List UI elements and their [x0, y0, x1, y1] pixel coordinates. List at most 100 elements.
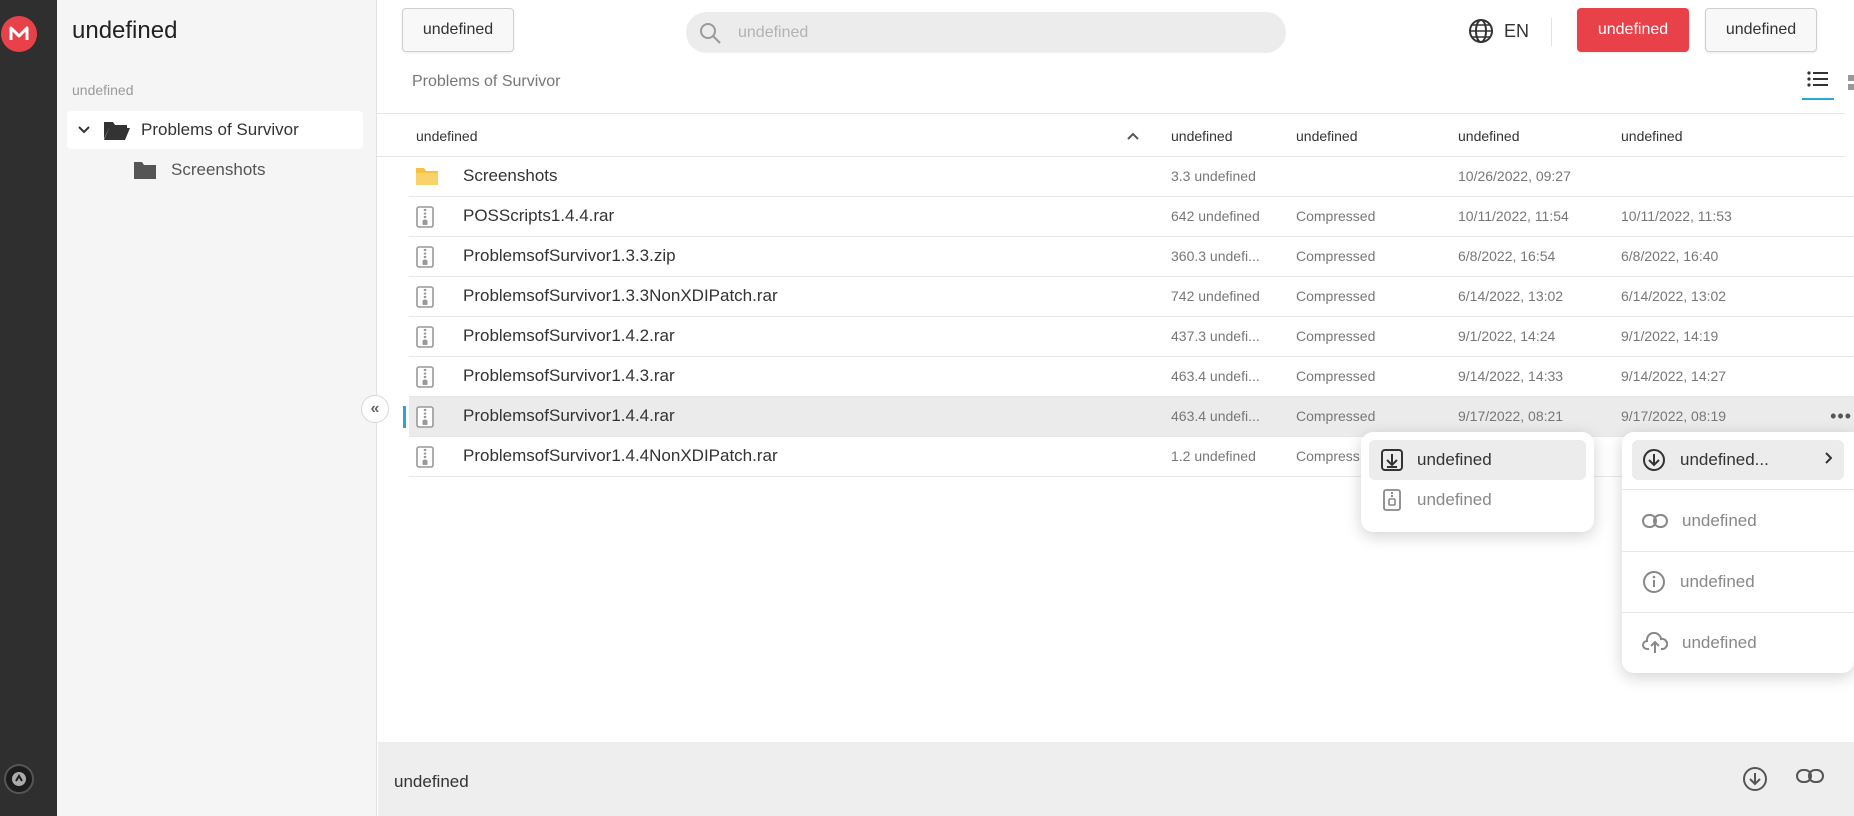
- chevron-down-icon[interactable]: [77, 125, 91, 135]
- archive-file-icon: [415, 286, 435, 308]
- file-name: ProblemsofSurvivor1.4.3.rar: [463, 366, 675, 385]
- download-box-icon: [1381, 449, 1403, 471]
- file-type: Compress: [1296, 448, 1360, 464]
- archive-file-icon: [415, 246, 435, 268]
- context-item-download[interactable]: undefined...: [1632, 440, 1844, 480]
- more-options-icon[interactable]: •••: [1830, 406, 1852, 427]
- column-header-size[interactable]: undefined: [1171, 128, 1233, 144]
- globe-icon: [1468, 18, 1494, 44]
- column-header-type[interactable]: undefined: [1296, 128, 1358, 144]
- file-type: Compressed: [1296, 248, 1376, 264]
- context-item-upload[interactable]: undefined: [1622, 612, 1854, 673]
- file-modified: 6/14/2022, 13:02: [1458, 288, 1564, 304]
- submenu-item-download[interactable]: undefined: [1369, 440, 1586, 480]
- file-type: Compressed: [1296, 288, 1376, 304]
- file-type: Compressed: [1296, 408, 1376, 424]
- archive-file-icon: [415, 366, 435, 388]
- submenu-item-zip[interactable]: undefined: [1369, 480, 1586, 520]
- file-name: POSScripts1.4.4.rar: [463, 206, 615, 225]
- file-type: Compressed: [1296, 368, 1376, 384]
- archive-file-icon: [415, 446, 435, 468]
- file-modified: 9/1/2022, 14:24: [1458, 328, 1556, 344]
- column-header-added[interactable]: undefined: [1621, 128, 1683, 144]
- file-added: 9/17/2022, 08:19: [1621, 408, 1727, 424]
- file-list: Screenshots 3.3 undefined 10/26/2022, 09:2…: [377, 157, 1854, 477]
- language-selector[interactable]: EN: [1468, 18, 1529, 44]
- file-added: 9/14/2022, 14:27: [1621, 368, 1727, 384]
- file-name: ProblemsofSurvivor1.4.2.rar: [463, 326, 675, 345]
- top-left-button[interactable]: undefined: [402, 8, 514, 52]
- file-name: ProblemsofSurvivor1.4.4NonXDIPatch.rar: [463, 446, 778, 465]
- table-row[interactable]: POSScripts1.4.4.rar 642 undefined Compress…: [409, 197, 1854, 237]
- context-item-label: undefined: [1682, 510, 1757, 530]
- file-size: 3.3 undefined: [1171, 168, 1256, 184]
- column-header-modified[interactable]: undefined: [1458, 128, 1520, 144]
- toolbar-divider: [1551, 18, 1552, 46]
- context-item-info[interactable]: undefined: [1622, 551, 1854, 612]
- file-size: 463.4 undefi...: [1171, 408, 1260, 424]
- list-view-icon[interactable]: [1802, 70, 1834, 100]
- sidebar: undefined undefined Problems of Survivor…: [57, 0, 377, 816]
- link-icon[interactable]: [1796, 766, 1824, 786]
- search-placeholder: undefined: [738, 23, 809, 41]
- context-item-label: undefined: [1680, 571, 1755, 591]
- file-name: ProblemsofSurvivor1.3.3.zip: [463, 246, 676, 265]
- search-icon: [698, 21, 722, 45]
- table-row[interactable]: ProblemsofSurvivor1.3.3.zip 360.3 undefi.…: [409, 237, 1854, 277]
- context-item-link[interactable]: undefined: [1622, 490, 1854, 551]
- submenu-item-label: undefined: [1417, 490, 1492, 509]
- table-row[interactable]: ProblemsofSurvivor1.4.3.rar 463.4 undefi.…: [409, 357, 1854, 397]
- language-label: EN: [1504, 20, 1530, 41]
- file-size: 463.4 undefi...: [1171, 368, 1260, 384]
- chevron-right-icon: [1824, 451, 1833, 469]
- zip-file-icon: [1381, 489, 1403, 511]
- collapse-sidebar-icon[interactable]: «: [361, 395, 389, 423]
- archive-file-icon: [415, 326, 435, 348]
- mega-logo-icon[interactable]: [1, 16, 37, 52]
- tree-item-screenshots[interactable]: Screenshots: [133, 157, 266, 183]
- primary-action-button[interactable]: undefined: [1577, 8, 1689, 52]
- file-modified: 10/26/2022, 09:27: [1458, 168, 1571, 184]
- table-row[interactable]: ProblemsofSurvivor1.4.4.rar 463.4 undefi.…: [403, 397, 1854, 437]
- file-type: Compressed: [1296, 328, 1376, 344]
- download-circle-icon[interactable]: [1742, 766, 1768, 792]
- folder-icon: [415, 166, 439, 186]
- table-row[interactable]: Screenshots 3.3 undefined 10/26/2022, 09:2…: [409, 157, 1854, 197]
- download-submenu: undefined undefined: [1361, 432, 1594, 532]
- column-header-name[interactable]: undefined: [416, 128, 478, 144]
- cloud-upload-icon: [1642, 631, 1668, 654]
- tree-item-root[interactable]: Problems of Survivor: [67, 111, 363, 149]
- search-input[interactable]: undefined: [686, 12, 1286, 53]
- file-name: ProblemsofSurvivor1.3.3NonXDIPatch.rar: [463, 286, 778, 305]
- table-header: undefined undefined undefined undefined …: [377, 113, 1845, 157]
- file-added: 6/8/2022, 16:40: [1621, 248, 1719, 264]
- file-size: 642 undefined: [1171, 208, 1260, 224]
- file-name: ProblemsofSurvivor1.4.4.rar: [463, 406, 675, 425]
- table-row[interactable]: ProblemsofSurvivor1.3.3NonXDIPatch.rar 74…: [409, 277, 1854, 317]
- grid-view-icon[interactable]: [1848, 74, 1854, 92]
- archive-file-icon: [415, 406, 435, 428]
- left-rail: [0, 0, 57, 816]
- file-size: 1.2 undefined: [1171, 448, 1256, 464]
- file-size: 437.3 undefi...: [1171, 328, 1260, 344]
- transfer-sync-icon[interactable]: [4, 764, 34, 794]
- link-icon: [1642, 513, 1668, 529]
- sort-ascending-icon[interactable]: [1127, 129, 1139, 143]
- file-added: 9/1/2022, 14:19: [1621, 328, 1719, 344]
- context-item-label: undefined: [1682, 632, 1757, 652]
- submenu-item-label: undefined: [1417, 450, 1492, 469]
- file-added: 6/14/2022, 13:02: [1621, 288, 1727, 304]
- sidebar-section-label: undefined: [72, 82, 134, 98]
- folder-open-icon: [103, 119, 131, 141]
- context-menu: undefined... undefined undefined undefin…: [1622, 432, 1854, 673]
- file-type: Compressed: [1296, 208, 1376, 224]
- breadcrumb[interactable]: Problems of Survivor: [412, 73, 561, 91]
- info-icon: [1642, 570, 1666, 594]
- file-size: 360.3 undefi...: [1171, 248, 1260, 264]
- table-row[interactable]: ProblemsofSurvivor1.4.2.rar 437.3 undefi.…: [409, 317, 1854, 357]
- secondary-action-button[interactable]: undefined: [1705, 8, 1817, 52]
- folder-icon: [133, 160, 157, 180]
- file-modified: 6/8/2022, 16:54: [1458, 248, 1556, 264]
- tree-item-label: Problems of Survivor: [141, 120, 299, 139]
- tree-item-label: Screenshots: [171, 160, 266, 179]
